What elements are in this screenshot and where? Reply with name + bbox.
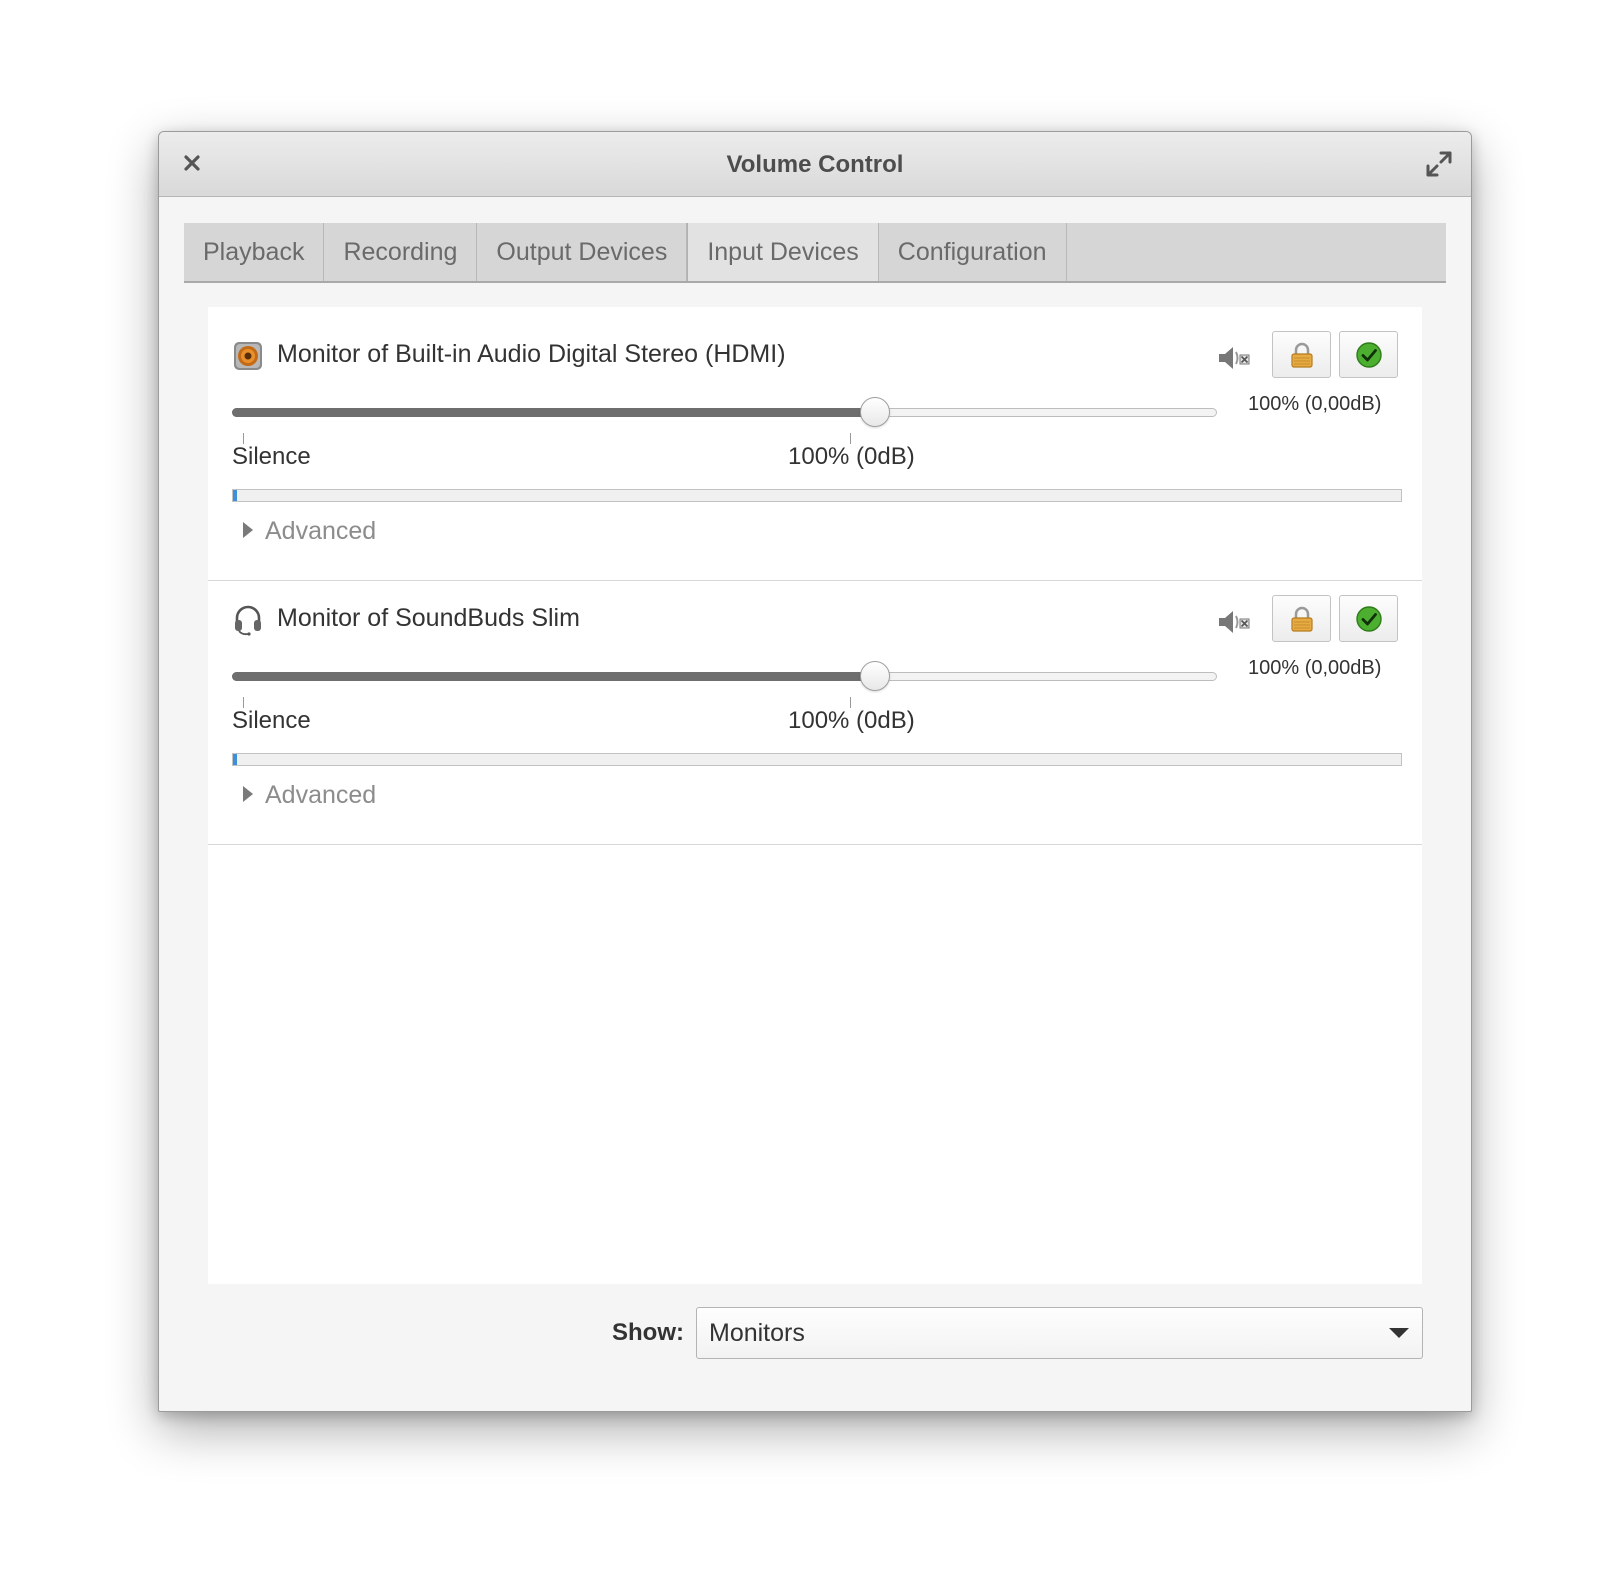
expander-arrow-icon bbox=[243, 786, 253, 802]
100-percent-mark-label: 100% (0dB) bbox=[788, 443, 915, 470]
dropdown-arrow-icon bbox=[1389, 1328, 1409, 1338]
show-filter-value: Monitors bbox=[709, 1319, 805, 1347]
advanced-label: Advanced bbox=[265, 517, 377, 545]
speaker-icon bbox=[232, 340, 264, 372]
checkmark-icon bbox=[1356, 606, 1382, 632]
set-default-button[interactable] bbox=[1339, 595, 1398, 642]
tab-playback[interactable]: Playback bbox=[184, 223, 325, 281]
advanced-expander[interactable]: Advanced bbox=[243, 781, 376, 810]
volume-readout: 100% (0,00dB) bbox=[1248, 657, 1382, 679]
mute-toggle-icon[interactable] bbox=[1216, 343, 1252, 373]
lock-icon bbox=[1291, 342, 1313, 368]
lock-channels-button[interactable] bbox=[1272, 331, 1331, 378]
peak-level-fill bbox=[233, 754, 237, 765]
lock-channels-button[interactable] bbox=[1272, 595, 1331, 642]
volume-slider-handle[interactable] bbox=[860, 661, 890, 691]
maximize-icon[interactable] bbox=[1425, 150, 1453, 178]
tab-output-devices[interactable]: Output Devices bbox=[477, 223, 688, 281]
volume-slider-handle[interactable] bbox=[860, 397, 890, 427]
volume-control-window: Volume Control Playback Recording Output… bbox=[158, 131, 1472, 1412]
peak-level-meter bbox=[232, 489, 1402, 502]
silence-mark-label: Silence bbox=[232, 443, 311, 470]
volume-slider[interactable] bbox=[232, 661, 1217, 691]
device-name: Monitor of Built-in Audio Digital Stereo… bbox=[277, 340, 786, 368]
mute-toggle-icon[interactable] bbox=[1216, 607, 1252, 637]
advanced-expander[interactable]: Advanced bbox=[243, 517, 376, 546]
100-percent-mark-label: 100% (0dB) bbox=[788, 707, 915, 734]
tab-recording[interactable]: Recording bbox=[324, 223, 478, 281]
title-bar: Volume Control bbox=[159, 132, 1471, 197]
volume-slider[interactable] bbox=[232, 397, 1217, 427]
set-default-button[interactable] bbox=[1339, 331, 1398, 378]
window-title: Volume Control bbox=[726, 151, 904, 178]
headset-icon bbox=[232, 604, 264, 636]
device-row: Monitor of Built-in Audio Digital Stereo… bbox=[208, 307, 1422, 581]
volume-readout: 100% (0,00dB) bbox=[1248, 393, 1382, 415]
show-filter-dropdown[interactable]: Monitors bbox=[696, 1307, 1423, 1359]
expander-arrow-icon bbox=[243, 522, 253, 538]
device-row: Monitor of SoundBuds Slim 100% (0,00dB) … bbox=[208, 571, 1422, 845]
device-list: Monitor of Built-in Audio Digital Stereo… bbox=[208, 307, 1422, 1284]
tab-configuration[interactable]: Configuration bbox=[879, 223, 1067, 281]
volume-slider-fill bbox=[232, 672, 874, 681]
volume-slider-fill bbox=[232, 408, 874, 417]
tab-input-devices[interactable]: Input Devices bbox=[687, 223, 879, 281]
peak-level-fill bbox=[233, 490, 237, 501]
tab-bar: Playback Recording Output Devices Input … bbox=[184, 223, 1446, 283]
advanced-label: Advanced bbox=[265, 781, 377, 809]
silence-mark-label: Silence bbox=[232, 707, 311, 734]
lock-icon bbox=[1291, 606, 1313, 632]
device-name: Monitor of SoundBuds Slim bbox=[277, 604, 580, 632]
show-filter-label: Show: bbox=[612, 1319, 684, 1346]
peak-level-meter bbox=[232, 753, 1402, 766]
checkmark-icon bbox=[1356, 342, 1382, 368]
